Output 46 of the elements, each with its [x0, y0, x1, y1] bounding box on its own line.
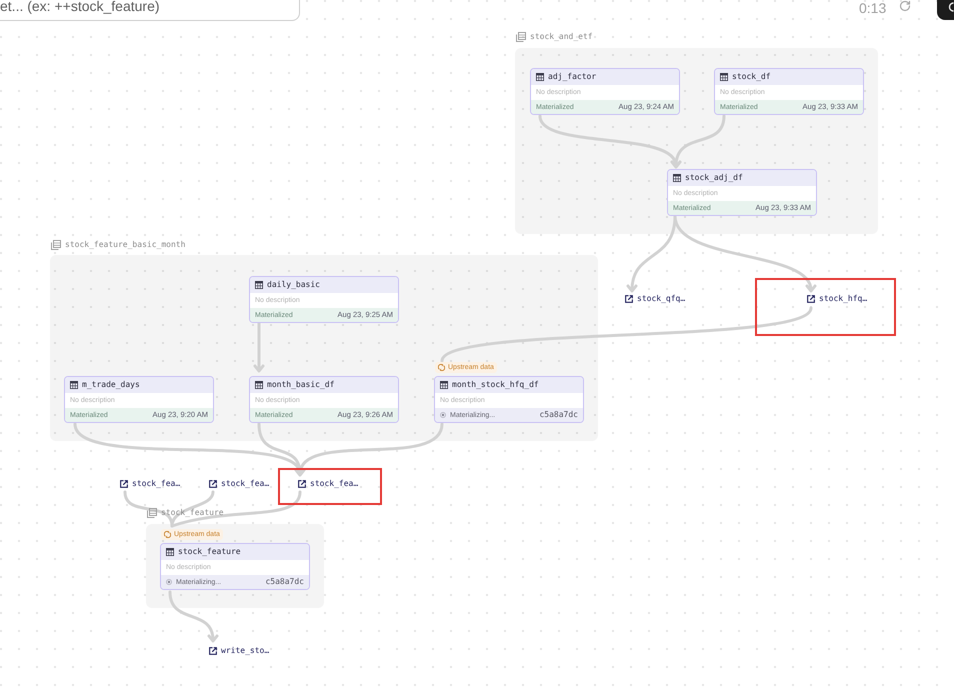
asset-name: daily_basic [267, 281, 320, 289]
toolbar-button[interactable] [937, 0, 954, 20]
asset-name: stock_feature [178, 548, 241, 556]
table-icon [673, 174, 681, 182]
external-link-icon [625, 295, 633, 303]
external-asset-link[interactable]: stock_qfq… [625, 293, 686, 305]
asset-name: month_stock_hfq_df [452, 381, 539, 389]
external-link-icon [120, 480, 128, 488]
table-icon [70, 381, 78, 389]
asset-name: stock_adj_df [685, 174, 743, 182]
external-asset-link[interactable]: stock_fea… [120, 478, 180, 490]
table-icon [536, 73, 544, 81]
asset-name: stock_df [732, 73, 771, 81]
stack-icon [516, 32, 526, 42]
external-asset-link[interactable]: stock_fea… [298, 478, 358, 490]
sync-icon [164, 531, 171, 538]
group-title: stock_feature_basic_month [65, 241, 186, 249]
edge-arrow [168, 590, 218, 642]
table-icon [440, 381, 448, 389]
group-title: stock_and_etf [530, 33, 593, 41]
table-icon [255, 381, 263, 389]
external-asset-link[interactable]: write_sto… [209, 645, 270, 657]
group-title: stock_feature [161, 509, 224, 517]
external-asset-link[interactable]: stock_fea… [209, 478, 270, 490]
external-asset-link[interactable]: stock_hfq… [807, 293, 868, 305]
run-id: c5a8a7dc [265, 578, 304, 586]
run-id: c5a8a7dc [539, 411, 578, 419]
timer-text: 0:13 [859, 0, 886, 18]
search-field[interactable]: et... (ex: ++stock_feature) [0, 0, 300, 21]
external-link-icon [298, 480, 306, 488]
ring-icon [948, 2, 954, 12]
table-icon [720, 73, 728, 81]
spinner-icon [440, 412, 446, 418]
asset-name: month_basic_df [267, 381, 334, 389]
stack-icon [147, 508, 157, 518]
external-link-icon [209, 480, 217, 488]
sync-icon [438, 364, 445, 371]
spinner-icon [166, 579, 172, 585]
external-link-icon [209, 647, 217, 655]
edge-arrow [254, 322, 264, 372]
asset-name: m_trade_days [82, 381, 140, 389]
asset-name: adj_factor [548, 73, 596, 81]
external-link-icon [807, 295, 815, 303]
stack-icon [51, 240, 61, 250]
table-icon [255, 281, 263, 289]
table-icon [166, 548, 174, 556]
